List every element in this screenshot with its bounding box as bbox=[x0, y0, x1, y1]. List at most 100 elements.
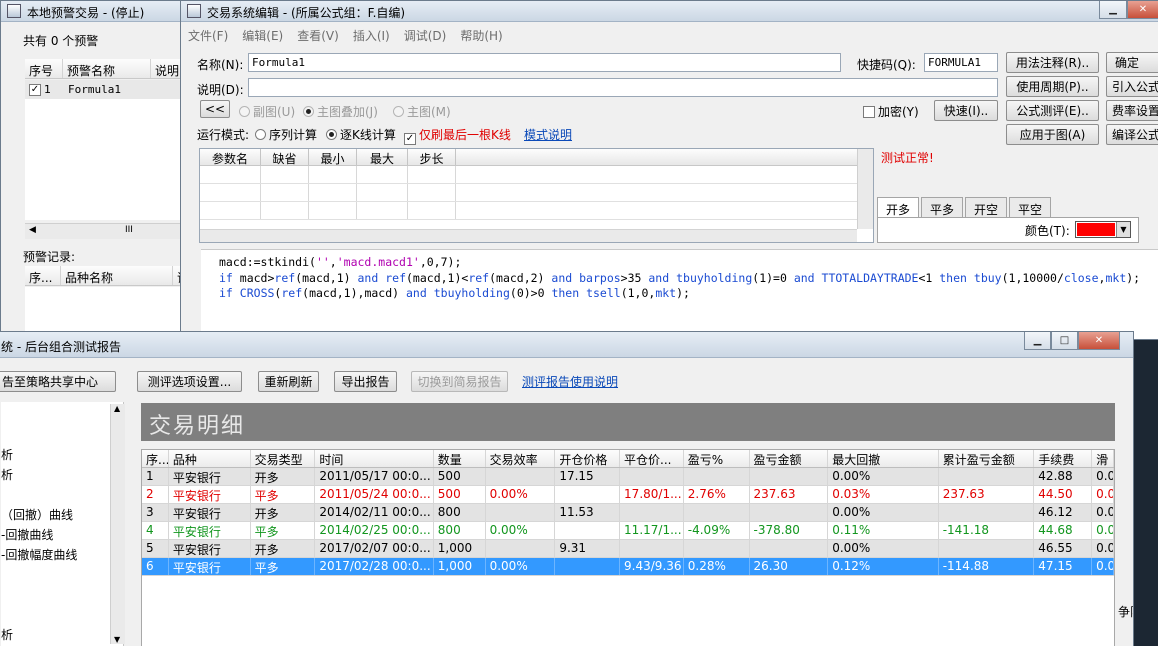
param-col-min[interactable]: 最小 bbox=[309, 149, 357, 166]
param-hscrollbar[interactable] bbox=[200, 229, 857, 242]
formula-test-button[interactable]: 公式测评(E).. bbox=[1006, 100, 1099, 121]
param-row[interactable] bbox=[200, 166, 873, 184]
col-cum-pnl[interactable]: 累计盈亏金额 bbox=[939, 450, 1035, 467]
trade-cell: 开多 bbox=[251, 540, 316, 557]
col-quantity[interactable]: 数量 bbox=[434, 450, 486, 467]
export-report-button[interactable]: 导出报告 bbox=[334, 371, 397, 392]
chevron-down-icon[interactable]: ▼ bbox=[1116, 222, 1130, 237]
col-trade-type[interactable]: 交易类型 bbox=[251, 450, 316, 467]
nav-item[interactable]: 析 bbox=[1, 466, 13, 483]
trade-row[interactable]: 6 平安银行 平多 2017/02/28 00:0... 1,000 0.00% 9.43/… bbox=[142, 558, 1114, 576]
menu-insert[interactable]: 插入(I) bbox=[346, 23, 397, 45]
test-options-button[interactable]: 测评选项设置... bbox=[137, 371, 242, 392]
col-seq[interactable]: 序... bbox=[142, 450, 169, 467]
nav-item[interactable]: 析 bbox=[1, 446, 13, 463]
chart-option-sub[interactable]: 副图(U) bbox=[239, 103, 295, 120]
param-col-default[interactable]: 缺省 bbox=[261, 149, 309, 166]
trade-row[interactable]: 1 平安银行 开多 2011/05/17 00:0... 500 17.15 0.00% 42… bbox=[142, 468, 1114, 486]
col-close-price[interactable]: 平仓价... bbox=[620, 450, 684, 467]
alert-hscrollbar[interactable]: ◀ III bbox=[25, 223, 185, 239]
col-record-symbol[interactable]: 品种名称 bbox=[61, 266, 173, 285]
chart-option-main[interactable]: 主图(M) bbox=[393, 103, 451, 120]
code-line-2: if macd>ref(macd,1) and ref(macd,1)<ref(… bbox=[219, 270, 1141, 285]
menu-edit[interactable]: 编辑(E) bbox=[235, 23, 290, 45]
refresh-button[interactable]: 重新刷新 bbox=[258, 371, 319, 392]
col-max-drawdown[interactable]: 最大回撤 bbox=[828, 450, 939, 467]
menu-help[interactable]: 帮助(H) bbox=[453, 23, 509, 45]
code-editor[interactable]: macd:=stkindi('','macd.macd1',0,7); if ma… bbox=[201, 249, 1158, 339]
scroll-down-icon[interactable]: ▼ bbox=[114, 635, 120, 644]
color-picker[interactable]: ▼ bbox=[1075, 221, 1131, 238]
trade-cell bbox=[684, 504, 750, 521]
share-report-button[interactable]: 告至策略共享中心 bbox=[0, 371, 116, 392]
nav-item[interactable]: -回撤幅度曲线 bbox=[1, 546, 77, 563]
period-button[interactable]: 使用周期(P).. bbox=[1006, 76, 1099, 97]
collapse-button[interactable]: << bbox=[200, 100, 230, 118]
nav-item[interactable]: -回撤曲线 bbox=[1, 526, 53, 543]
report-help-link[interactable]: 测评报告使用说明 bbox=[522, 373, 618, 390]
col-open-price[interactable]: 开仓价格 bbox=[555, 450, 621, 467]
col-alert-name[interactable]: 预警名称 bbox=[63, 59, 151, 78]
param-col-max[interactable]: 最大 bbox=[357, 149, 408, 166]
refresh-last-checkbox[interactable]: ✓ 仅刷最后一根K线 bbox=[404, 126, 511, 145]
fee-settings-button[interactable]: 费率设置 bbox=[1106, 100, 1158, 121]
editor-titlebar[interactable]: 交易系统编辑 - (所属公式组：F.自编) ▁ ✕ bbox=[181, 1, 1158, 22]
close-button[interactable]: ✕ bbox=[1127, 1, 1158, 19]
import-formula-button[interactable]: 引入公式 bbox=[1106, 76, 1158, 97]
trade-row[interactable]: 2 平安银行 平多 2011/05/24 00:0... 500 0.00% 17.80/1… bbox=[142, 486, 1114, 504]
col-time[interactable]: 时间 bbox=[315, 450, 434, 467]
usage-notes-button[interactable]: 用法注释(R).. bbox=[1006, 52, 1099, 73]
trade-row[interactable]: 5 平安银行 开多 2017/02/07 00:0... 1,000 9.31 0.00% 4… bbox=[142, 540, 1114, 558]
col-pnl-amount[interactable]: 盈亏金额 bbox=[750, 450, 829, 467]
col-no[interactable]: 序号 bbox=[25, 59, 63, 78]
menu-view[interactable]: 查看(V) bbox=[290, 23, 346, 45]
name-input[interactable]: Formula1 bbox=[248, 53, 841, 72]
nav-vscrollbar[interactable]: ▲ ▼ bbox=[110, 404, 125, 644]
report-minimize-button[interactable]: ▁ bbox=[1024, 332, 1051, 350]
compile-formula-button[interactable]: 编译公式 bbox=[1106, 124, 1158, 145]
ok-button[interactable]: 确定 bbox=[1106, 52, 1158, 73]
run-mode-per-bar[interactable]: 逐K线计算 bbox=[326, 126, 396, 143]
chart-option-overlay[interactable]: 主图叠加(J) bbox=[303, 103, 378, 120]
trade-cell: 46.55 bbox=[1034, 540, 1093, 557]
alert-enable-checkbox[interactable]: ✓ bbox=[29, 83, 41, 96]
param-vscrollbar[interactable] bbox=[857, 149, 873, 229]
switch-simple-report-button[interactable]: 切换到简易报告 bbox=[411, 371, 508, 392]
col-pnl-pct[interactable]: 盈亏% bbox=[684, 450, 750, 467]
nav-item[interactable]: 析 bbox=[1, 626, 13, 643]
col-fee[interactable]: 手续费 bbox=[1034, 450, 1093, 467]
scroll-left-icon[interactable]: ◀ bbox=[29, 225, 36, 235]
report-close-button[interactable]: ✕ bbox=[1078, 332, 1120, 350]
run-mode-series[interactable]: 序列计算 bbox=[255, 126, 317, 143]
menu-debug[interactable]: 调试(D) bbox=[397, 23, 454, 45]
minimize-button[interactable]: ▁ bbox=[1099, 1, 1127, 19]
param-col-step[interactable]: 步长 bbox=[408, 149, 456, 166]
encrypt-checkbox[interactable]: 加密(Y) bbox=[863, 103, 919, 120]
trade-cell: 3 bbox=[142, 504, 169, 521]
param-row[interactable] bbox=[200, 202, 873, 220]
report-titlebar[interactable]: 统 - 后台组合测试报告 ▁ □ ✕ bbox=[0, 332, 1133, 358]
radio-icon bbox=[255, 129, 266, 140]
col-efficiency[interactable]: 交易效率 bbox=[486, 450, 556, 467]
desc-input[interactable] bbox=[248, 78, 998, 97]
scroll-thumb-grip[interactable]: III bbox=[125, 225, 133, 235]
shortcut-input[interactable]: FORMULA1 bbox=[924, 53, 998, 72]
param-row[interactable] bbox=[200, 184, 873, 202]
trade-row[interactable]: 4 平安银行 平多 2014/02/25 00:0... 800 0.00% 11.17/1… bbox=[142, 522, 1114, 540]
report-maximize-button[interactable]: □ bbox=[1051, 332, 1078, 350]
col-symbol[interactable]: 品种 bbox=[169, 450, 251, 467]
menu-file[interactable]: 文件(F) bbox=[181, 23, 235, 45]
nav-item[interactable]: （回撤）曲线 bbox=[1, 506, 73, 523]
apply-to-chart-button[interactable]: 应用于图(A) bbox=[1006, 124, 1099, 145]
col-slippage[interactable]: 滑 bbox=[1092, 450, 1114, 467]
col-record-no[interactable]: 序... bbox=[25, 266, 61, 285]
alert-row[interactable]: ✓ 1 Formula1 bbox=[25, 80, 185, 99]
editor-window: 交易系统编辑 - (所属公式组：F.自编) ▁ ✕ 文件(F) 编辑(E) 查看… bbox=[180, 0, 1158, 340]
trade-row[interactable]: 3 平安银行 开多 2014/02/11 00:0... 800 11.53 0.00% 46… bbox=[142, 504, 1114, 522]
trade-cell: 1 bbox=[142, 468, 169, 485]
quick-button[interactable]: 快速(I).. bbox=[934, 100, 998, 121]
mode-help-link[interactable]: 模式说明 bbox=[524, 126, 572, 143]
alert-titlebar[interactable]: 本地预警交易 - (停止) bbox=[1, 1, 189, 22]
scroll-up-icon[interactable]: ▲ bbox=[114, 404, 120, 413]
param-col-name[interactable]: 参数名 bbox=[200, 149, 261, 166]
